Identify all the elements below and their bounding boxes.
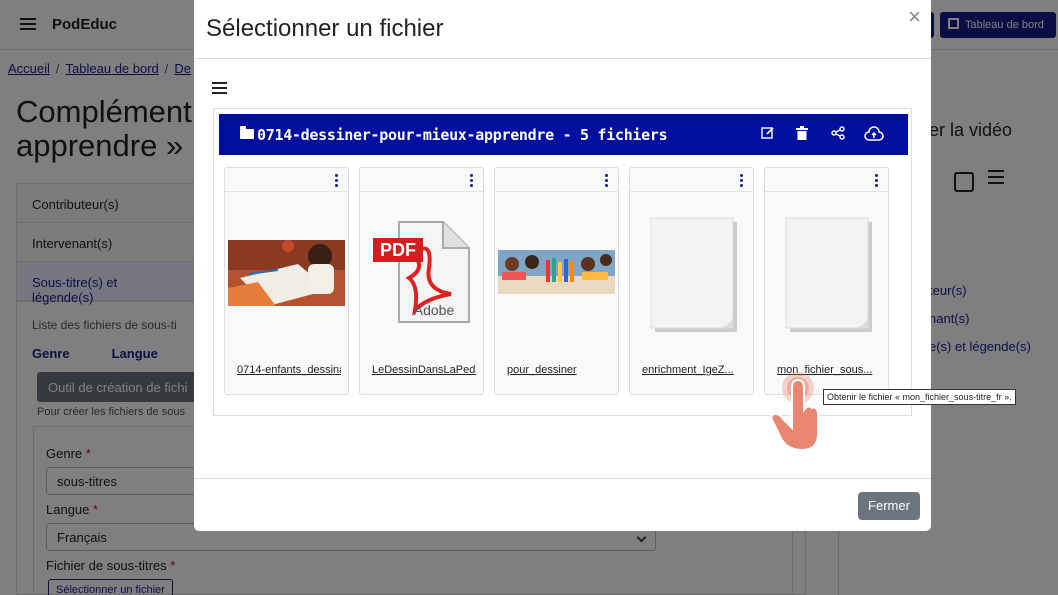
cloud-upload-icon[interactable] (864, 126, 884, 142)
file-card[interactable]: mon_fichier_sous... (764, 167, 889, 395)
file-thumbnail[interactable] (228, 198, 345, 358)
folder-icon (240, 126, 254, 139)
folder-title: 0714-dessiner-pour-mieux-apprendre - 5 f… (257, 126, 668, 144)
file-card[interactable]: PDF Adobe LeDessinDansLaPedagogie (359, 167, 484, 395)
file-options-icon[interactable] (875, 174, 878, 189)
file-options-icon[interactable] (470, 174, 473, 189)
file-link[interactable]: enrichment_IgeZ... (642, 364, 746, 376)
file-link[interactable]: 0714-enfants_dessinant (237, 364, 341, 376)
hand-pointer-icon (768, 370, 824, 454)
folders-menu-icon[interactable] (212, 82, 227, 97)
edit-icon[interactable] (760, 126, 776, 142)
tooltip: Obtenir le fichier « mon_fichier_sous-ti… (823, 389, 1016, 405)
modal-title: Sélectionner un fichier (206, 15, 444, 42)
close-button[interactable]: Fermer (858, 492, 920, 520)
file-card[interactable]: pour_dessiner (494, 167, 619, 395)
folder-header: 0714-dessiner-pour-mieux-apprendre - 5 f… (219, 114, 908, 155)
file-options-icon[interactable] (605, 174, 608, 189)
file-options-icon[interactable] (740, 174, 743, 189)
trash-icon[interactable] (794, 126, 810, 142)
pdf-adobe-icon[interactable]: PDF Adobe (363, 198, 480, 358)
file-card[interactable]: 0714-enfants_dessinant (224, 167, 349, 395)
svg-text:Adobe: Adobe (414, 302, 455, 318)
file-thumbnail[interactable] (498, 198, 615, 358)
blank-document-icon[interactable] (633, 198, 750, 358)
file-link[interactable]: pour_dessiner (507, 364, 611, 376)
modal-header: Sélectionner un fichier × (194, 0, 931, 59)
file-options-icon[interactable] (335, 174, 338, 189)
svg-text:PDF: PDF (380, 240, 416, 260)
file-link[interactable]: LeDessinDansLaPedagogie (372, 364, 476, 376)
modal-footer: Fermer (194, 478, 931, 531)
file-card[interactable]: enrichment_IgeZ... (629, 167, 754, 395)
share-icon[interactable] (830, 126, 846, 142)
close-icon[interactable]: × (908, 6, 921, 28)
blank-document-icon[interactable] (768, 198, 885, 358)
